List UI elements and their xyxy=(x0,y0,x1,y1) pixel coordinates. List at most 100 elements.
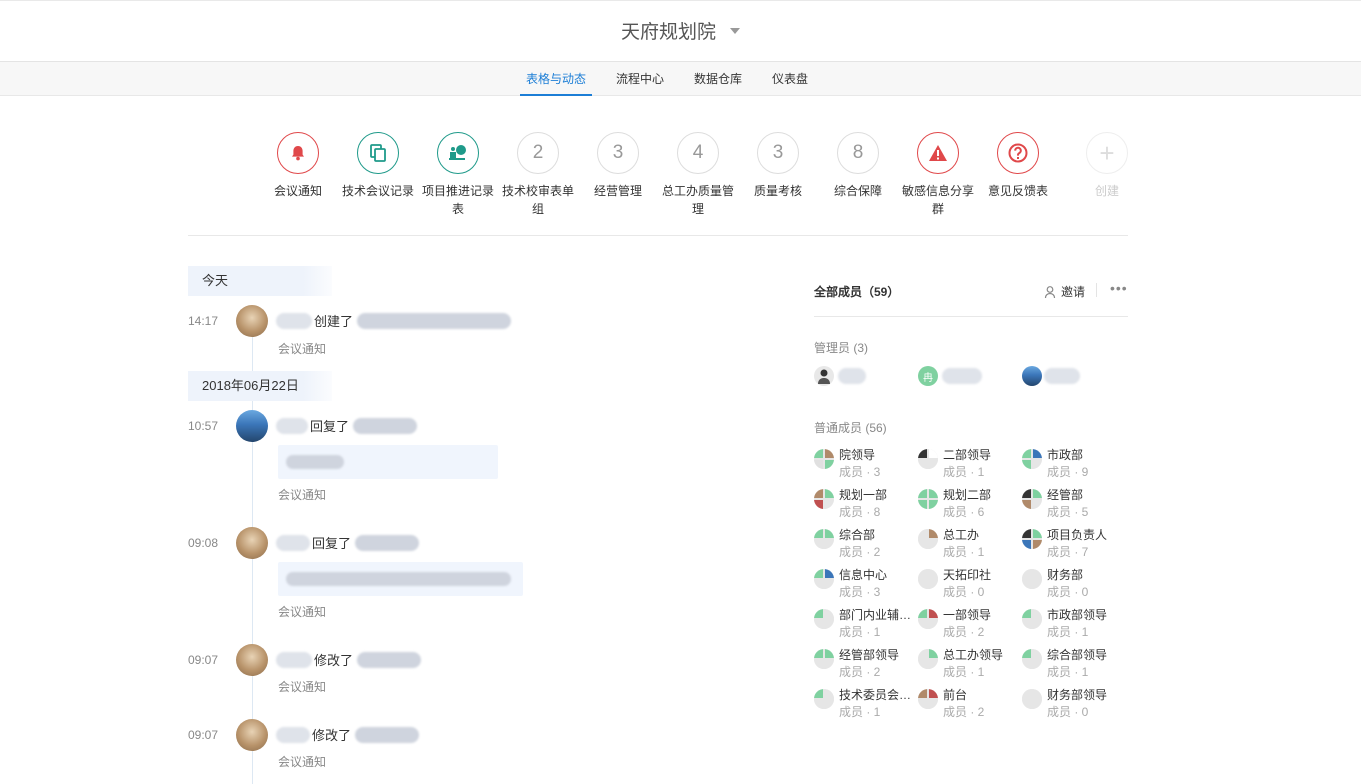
admin-member[interactable] xyxy=(1022,366,1080,386)
invite-button[interactable]: 邀请 xyxy=(1044,283,1085,300)
app-create[interactable]: + 创建 xyxy=(1067,132,1147,200)
group-avatar-icon xyxy=(814,649,834,669)
redacted-record-title[interactable] xyxy=(353,417,418,434)
app-business-management[interactable]: 3 经营管理 xyxy=(578,132,658,200)
reply-quote xyxy=(278,562,523,596)
tab-dashboard[interactable]: 仪表盘 xyxy=(766,62,814,96)
group-name: 市政部领导 xyxy=(1047,608,1108,622)
member-group[interactable]: 二部领导 成员 · 1 xyxy=(918,446,1022,482)
caret-down-icon[interactable] xyxy=(730,27,740,34)
group-name: 市政部 xyxy=(1047,448,1084,462)
redacted-record-title[interactable] xyxy=(357,651,422,668)
app-badge: 3 xyxy=(597,132,639,174)
app-badge: 3 xyxy=(757,132,799,174)
group-avatar-icon xyxy=(814,529,834,549)
avatar[interactable] xyxy=(236,305,268,337)
redacted-username xyxy=(838,368,866,384)
member-group[interactable]: 经管部领导 成员 · 2 xyxy=(814,646,918,682)
group-avatar-icon xyxy=(1022,529,1042,549)
redacted-record-title[interactable] xyxy=(357,312,512,329)
avatar[interactable] xyxy=(236,719,268,751)
group-member-count: 成员 · 1 xyxy=(1047,665,1089,679)
app-tech-review-group[interactable]: 2 技术校审表单组 xyxy=(498,132,578,218)
group-avatar-icon xyxy=(1022,609,1042,629)
app-quality-management[interactable]: 4 总工办质量管理 xyxy=(658,132,738,218)
app-project-progress[interactable]: 项目推进记录表 xyxy=(418,132,498,218)
org-switcher[interactable]: 天府规划院 xyxy=(0,17,1361,44)
member-group[interactable]: 信息中心 成员 · 3 xyxy=(814,566,918,602)
group-member-count: 成员 · 2 xyxy=(839,545,881,559)
feed-source-link[interactable]: 会议通知 xyxy=(278,753,326,770)
feed-source-link[interactable]: 会议通知 xyxy=(278,678,326,695)
app-badge: 8 xyxy=(837,132,879,174)
member-group[interactable]: 技术委员会… 成员 · 1 xyxy=(814,686,918,722)
group-member-count: 成员 · 2 xyxy=(943,625,985,639)
member-group[interactable]: 一部领导 成员 · 2 xyxy=(918,606,1022,642)
group-member-count: 成员 · 5 xyxy=(1047,505,1089,519)
member-group[interactable]: 规划二部 成员 · 6 xyxy=(918,486,1022,522)
redacted-record-title[interactable] xyxy=(355,726,420,743)
member-group[interactable]: 总工办领导成员 · 1 xyxy=(918,646,1022,682)
app-badge: 4 xyxy=(677,132,719,174)
group-member-count: 成员 · 1 xyxy=(943,465,985,479)
group-avatar-icon xyxy=(814,489,834,509)
member-group[interactable]: 经管部 成员 · 5 xyxy=(1022,486,1126,522)
group-avatar-icon xyxy=(814,569,834,589)
app-general-support[interactable]: 8 综合保障 xyxy=(818,132,898,200)
app-meeting-notice[interactable]: 会议通知 xyxy=(258,132,338,200)
redacted-username xyxy=(276,534,310,551)
member-group[interactable]: 天拓印社 成员 · 0 xyxy=(918,566,1022,602)
member-group[interactable]: 前台 成员 · 2 xyxy=(918,686,1022,722)
tab-workflow-center[interactable]: 流程中心 xyxy=(610,62,670,96)
tab-data-warehouse[interactable]: 数据仓库 xyxy=(688,62,748,96)
app-feedback-form[interactable]: 意见反馈表 xyxy=(978,132,1058,200)
warning-icon xyxy=(917,132,959,174)
admin-member[interactable] xyxy=(814,366,866,386)
more-icon[interactable]: ••• xyxy=(1110,280,1128,296)
redacted-reply-text xyxy=(286,572,511,586)
group-avatar-icon xyxy=(918,649,938,669)
group-name: 天拓印社 xyxy=(943,568,992,582)
group-name: 财务部领导 xyxy=(1047,688,1108,702)
member-group[interactable]: 部门内业辅… 成员 · 1 xyxy=(814,606,918,642)
avatar xyxy=(814,366,834,386)
group-member-count: 成员 · 0 xyxy=(1047,585,1089,599)
feed-source-link[interactable]: 会议通知 xyxy=(278,603,326,620)
app-badge: 2 xyxy=(517,132,559,174)
admin-member[interactable]: 冉 xyxy=(918,366,982,386)
app-tech-meeting-record[interactable]: 技术会议记录 xyxy=(338,132,418,200)
app-quality-assessment[interactable]: 3 质量考核 xyxy=(738,132,818,200)
member-group[interactable]: 规划一部 成员 · 8 xyxy=(814,486,918,522)
member-group[interactable]: 财务部 成员 · 0 xyxy=(1022,566,1126,602)
member-group[interactable]: 院领导 成员 · 3 xyxy=(814,446,918,482)
member-group[interactable]: 财务部领导成员 · 0 xyxy=(1022,686,1126,722)
member-group[interactable]: 总工办 成员 · 1 xyxy=(918,526,1022,562)
group-avatar-icon xyxy=(1022,689,1042,709)
redacted-reply-text xyxy=(286,455,344,469)
member-group[interactable]: 综合部 成员 · 2 xyxy=(814,526,918,562)
redacted-record-title[interactable] xyxy=(355,534,420,551)
group-member-count: 成员 · 0 xyxy=(1047,705,1089,719)
tab-forms-and-activity[interactable]: 表格与动态 xyxy=(520,62,593,96)
member-group[interactable]: 市政部领导 成员 · 1 xyxy=(1022,606,1126,642)
feed-action: 修改了 xyxy=(312,728,352,743)
group-member-count: 成员 · 1 xyxy=(943,665,985,679)
feed-source-link[interactable]: 会议通知 xyxy=(278,340,326,357)
admins-section-title: 管理员 (3) xyxy=(814,341,869,355)
group-avatar-icon xyxy=(918,689,938,709)
group-avatar-icon xyxy=(918,529,938,549)
group-name: 技术委员会… xyxy=(839,688,912,702)
avatar[interactable] xyxy=(236,527,268,559)
plus-icon: + xyxy=(1086,132,1128,174)
avatar[interactable] xyxy=(236,410,268,442)
group-member-count: 成员 · 7 xyxy=(1047,545,1089,559)
feed-source-link[interactable]: 会议通知 xyxy=(278,486,326,503)
member-group[interactable]: 市政部 成员 · 9 xyxy=(1022,446,1126,482)
group-member-count: 成员 · 8 xyxy=(839,505,881,519)
feed-action: 修改了 xyxy=(314,653,354,668)
avatar[interactable] xyxy=(236,644,268,676)
member-group[interactable]: 项目负责人 成员 · 7 xyxy=(1022,526,1126,562)
group-name: 总工办领导 xyxy=(943,648,1004,662)
member-group[interactable]: 综合部领导 成员 · 1 xyxy=(1022,646,1126,682)
app-sensitive-info-share[interactable]: 敏感信息分享群 xyxy=(898,132,978,218)
